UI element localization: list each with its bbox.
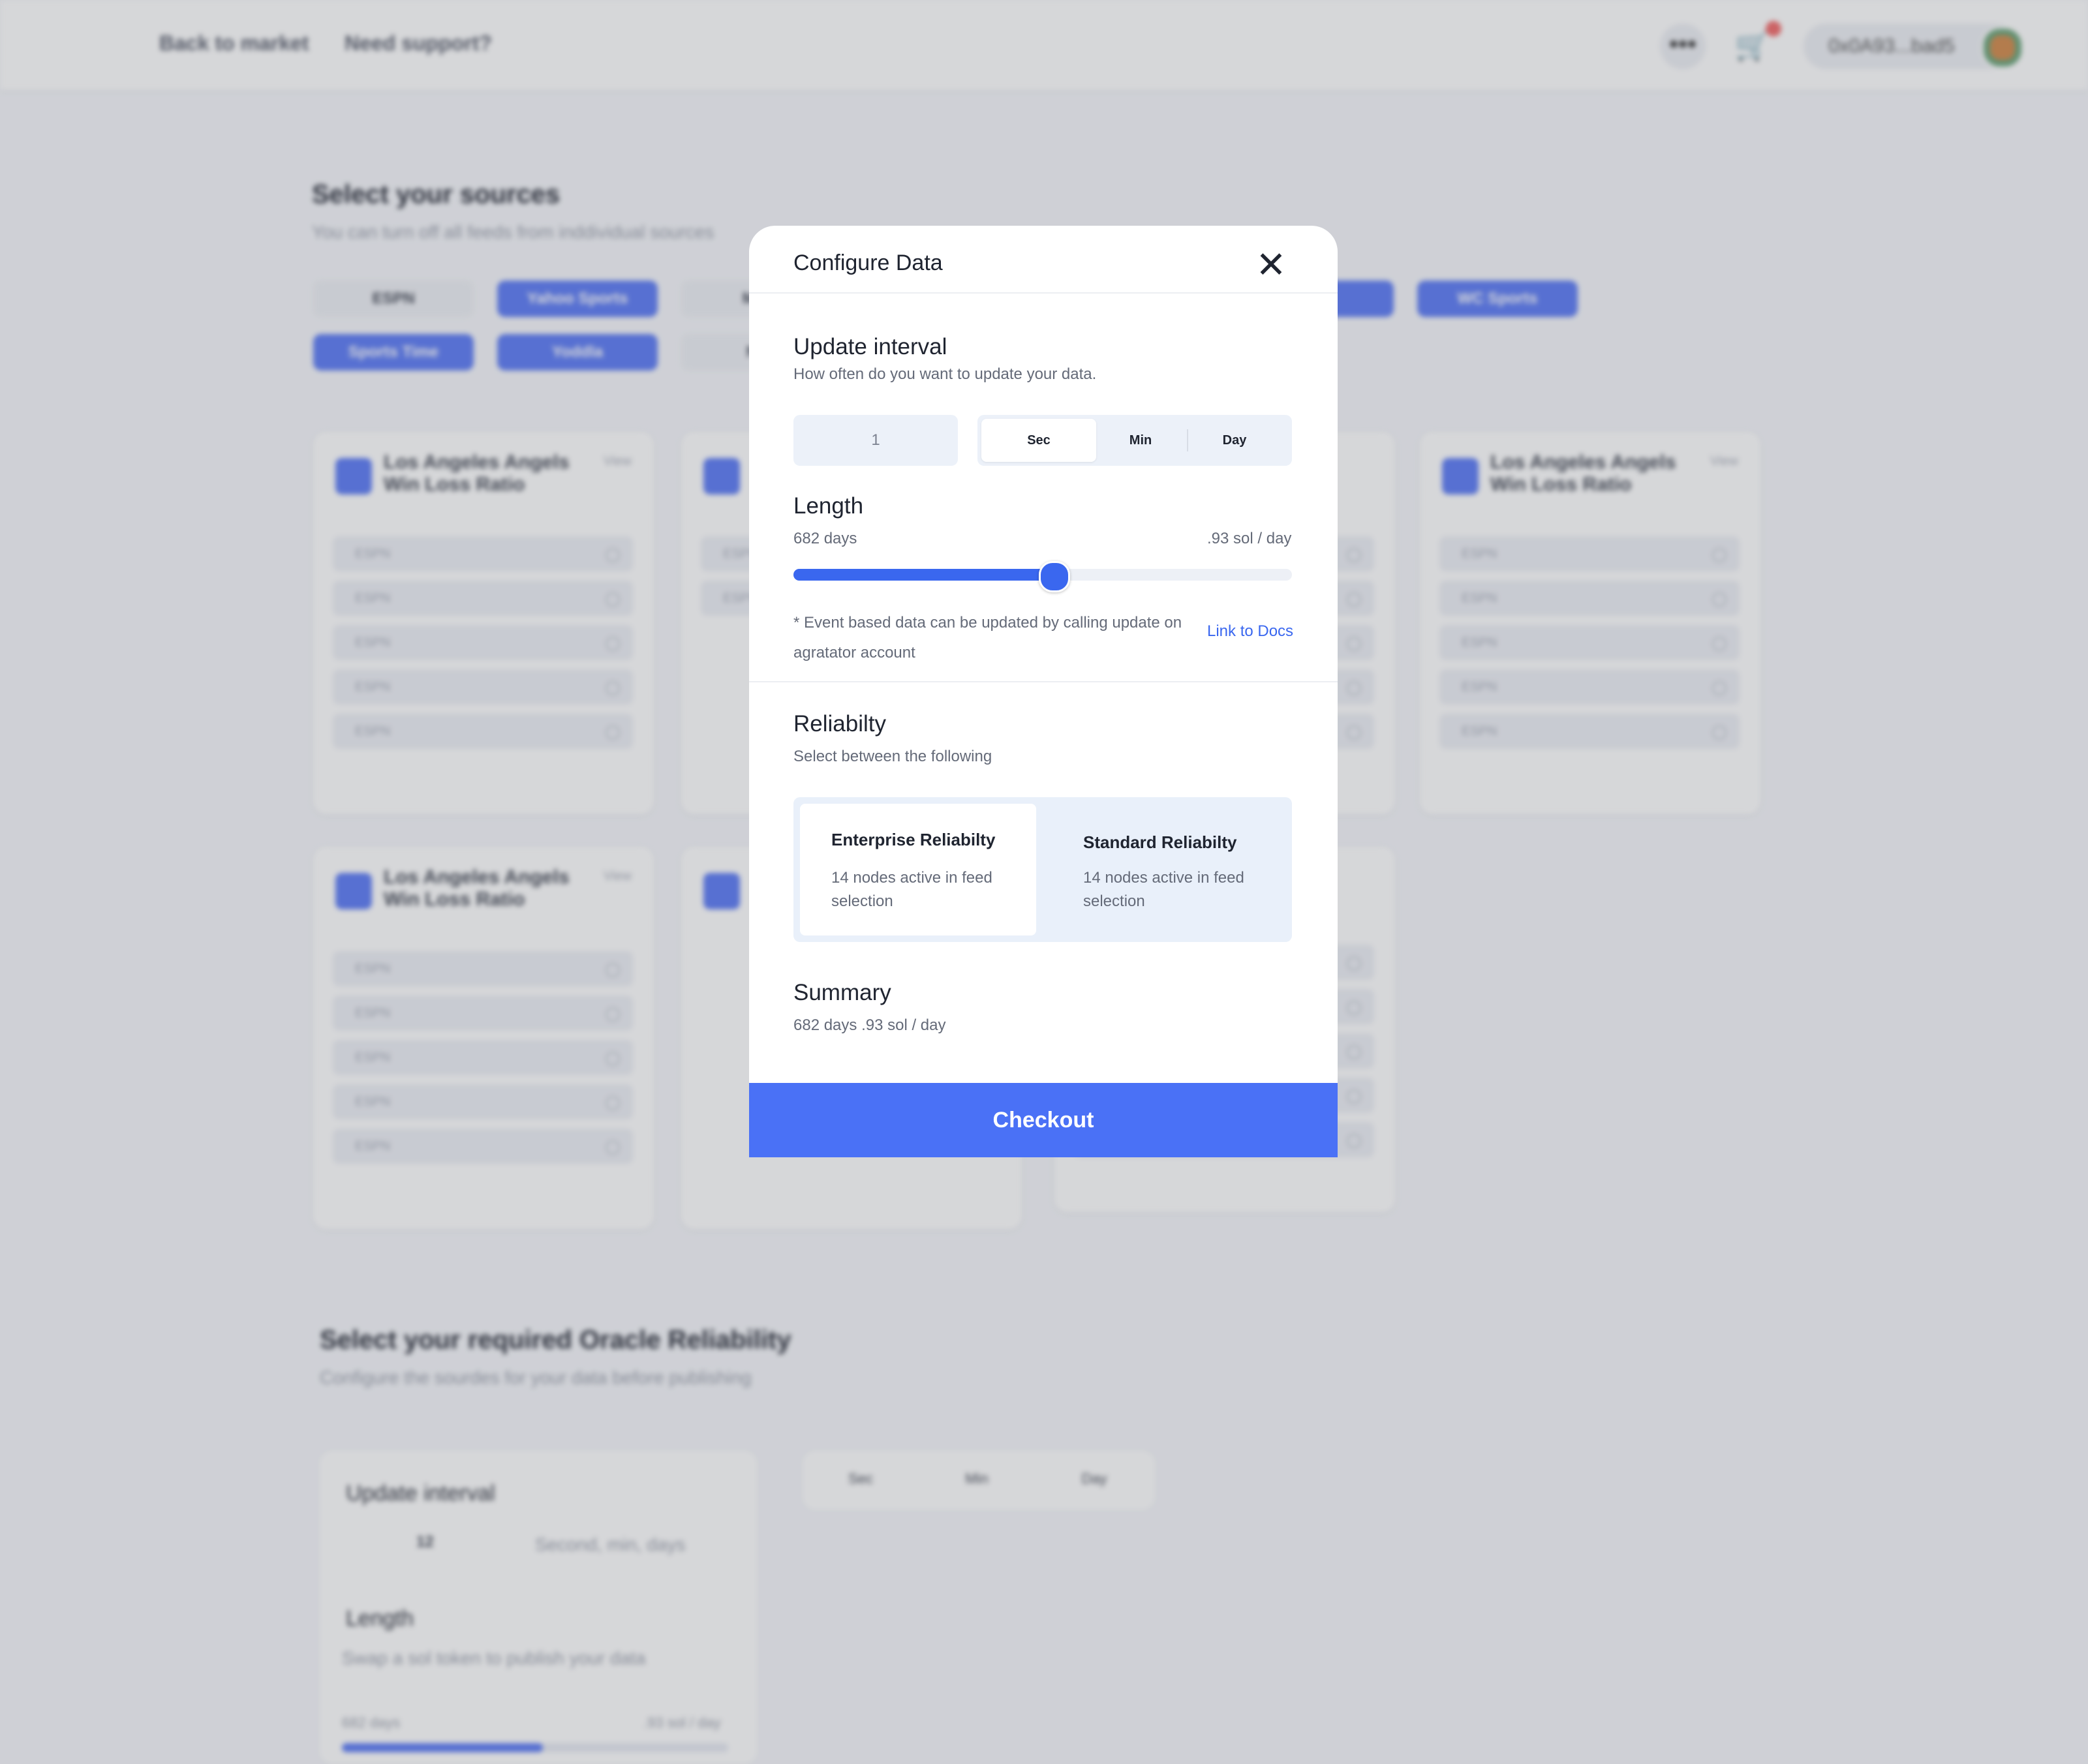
length-rate: .93 sol / day bbox=[1207, 530, 1292, 547]
reliability-description: Select between the following bbox=[793, 748, 992, 765]
option-name: Standard Reliabilty bbox=[1083, 832, 1237, 852]
enterprise-reliability-option[interactable]: Enterprise Reliabilty 14 nodes active in… bbox=[800, 804, 1036, 935]
interval-unit-selector: Sec Min Day bbox=[977, 415, 1292, 466]
reliability-selector: Enterprise Reliabilty 14 nodes active in… bbox=[793, 797, 1292, 942]
standard-reliability-option[interactable]: Standard Reliabilty 14 nodes active in f… bbox=[1052, 804, 1288, 935]
divider bbox=[749, 292, 1338, 294]
event-note: * Event based data can be updated by cal… bbox=[793, 614, 1182, 662]
interval-value-input[interactable] bbox=[793, 415, 958, 466]
summary-text: 682 days .93 sol / day bbox=[793, 1016, 946, 1034]
option-description: 14 nodes active in feed selection bbox=[831, 869, 992, 910]
length-slider[interactable] bbox=[793, 561, 1292, 592]
divider bbox=[749, 681, 1338, 682]
length-heading: Length bbox=[793, 493, 864, 519]
reliability-heading: Reliabilty bbox=[793, 711, 886, 737]
option-name: Enterprise Reliabilty bbox=[831, 830, 996, 849]
option-description: 14 nodes active in feed selection bbox=[1083, 869, 1244, 910]
update-interval-heading: Update interval bbox=[793, 334, 947, 359]
configure-data-modal: Configure Data ✕ Update interval How oft… bbox=[749, 226, 1338, 1157]
unit-sec-button[interactable]: Sec bbox=[981, 419, 1096, 462]
length-days: 682 days bbox=[793, 530, 857, 547]
update-interval-description: How often do you want to update your dat… bbox=[793, 365, 1097, 383]
unit-min-button[interactable]: Min bbox=[1096, 419, 1185, 462]
link-to-docs[interactable]: Link to Docs bbox=[1207, 622, 1293, 641]
close-icon[interactable]: ✕ bbox=[1251, 245, 1291, 284]
checkout-button[interactable]: Checkout bbox=[749, 1083, 1338, 1157]
length-slider-fill bbox=[793, 569, 1053, 581]
divider bbox=[1187, 429, 1188, 451]
modal-title: Configure Data bbox=[793, 251, 943, 275]
length-slider-handle[interactable] bbox=[1039, 561, 1071, 592]
summary-heading: Summary bbox=[793, 980, 891, 1005]
unit-day-button[interactable]: Day bbox=[1190, 419, 1279, 462]
